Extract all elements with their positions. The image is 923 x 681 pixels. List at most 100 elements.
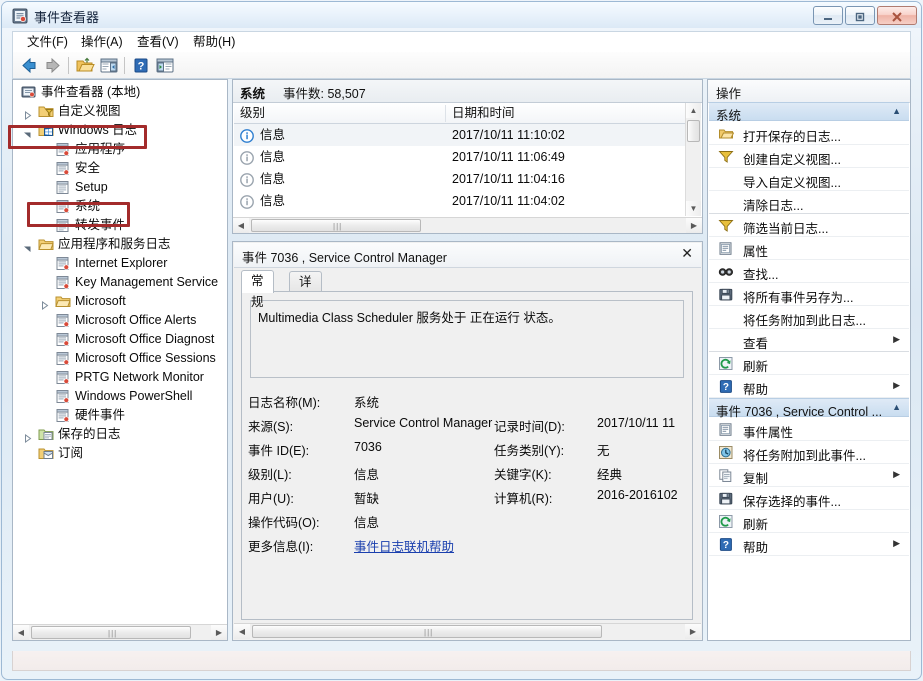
toolbar: ? bbox=[12, 52, 911, 79]
svg-text:?: ? bbox=[138, 61, 145, 73]
info-icon bbox=[240, 172, 254, 186]
table-row[interactable]: 信息2017/10/11 10:56:03 bbox=[234, 212, 701, 216]
action-item-0-7[interactable]: 将所有事件另存为... bbox=[709, 283, 909, 306]
tree-scroll-thumb[interactable]: ||| bbox=[31, 626, 191, 639]
tree-scroll-right-button[interactable]: ▶ bbox=[211, 625, 227, 640]
menu-view[interactable]: 查看(V) bbox=[131, 34, 185, 51]
action-item-1-4[interactable]: 刷新 bbox=[709, 510, 909, 533]
field-label: 操作代码(O): bbox=[248, 512, 320, 531]
tree-horizontal-scrollbar[interactable]: ◀ ||| ▶ bbox=[13, 624, 227, 640]
chevron-right-icon[interactable] bbox=[40, 297, 49, 306]
tree-scroll-left-button[interactable]: ◀ bbox=[13, 625, 29, 640]
action-item-0-6[interactable]: 查找... bbox=[709, 260, 909, 283]
refresh-icon bbox=[718, 514, 734, 529]
forward-arrow-icon[interactable] bbox=[43, 56, 63, 75]
action-item-1-2[interactable]: 复制▶ bbox=[709, 464, 909, 487]
attach-task-icon bbox=[718, 445, 734, 460]
filter-icon bbox=[718, 149, 734, 164]
chevron-right-icon[interactable] bbox=[23, 430, 32, 439]
chevron-up-icon[interactable]: ▲ bbox=[892, 106, 901, 116]
action-item-1-1[interactable]: 将任务附加到此事件... bbox=[709, 441, 909, 464]
log-icon bbox=[55, 351, 71, 366]
menu-file[interactable]: 文件(F) bbox=[21, 34, 74, 51]
open-folder-icon[interactable] bbox=[75, 56, 95, 75]
column-header-datetime[interactable]: 日期和时间 bbox=[446, 105, 668, 122]
table-row[interactable]: 信息2017/10/11 11:04:02 bbox=[234, 190, 701, 212]
column-header-level[interactable]: 级别 bbox=[234, 105, 446, 122]
action-item-0-8[interactable]: 将任务附加到此日志... bbox=[709, 306, 909, 329]
actions-group-header-1[interactable]: 事件 7036 , Service Control ...▲ bbox=[709, 398, 909, 417]
detail-scroll-left-button[interactable]: ◀ bbox=[234, 624, 250, 639]
detail-tab-page: Multimedia Class Scheduler 服务处于 正在运行 状态。… bbox=[241, 291, 693, 620]
action-item-label: 查看 bbox=[743, 333, 768, 352]
show-action-pane-icon[interactable] bbox=[155, 56, 175, 75]
action-item-label: 将任务附加到此事件... bbox=[743, 445, 866, 464]
refresh-icon bbox=[718, 356, 734, 371]
action-item-0-4[interactable]: 筛选当前日志... bbox=[709, 214, 909, 237]
action-item-0-11[interactable]: ?帮助▶ bbox=[709, 375, 909, 398]
tab-details[interactable]: 详细信息 bbox=[289, 271, 322, 292]
events-vertical-scrollbar[interactable]: ▲ ▼ bbox=[685, 103, 701, 216]
windows-log-icon bbox=[38, 123, 54, 138]
log-icon bbox=[55, 142, 71, 157]
events-scroll-up-button[interactable]: ▲ bbox=[686, 103, 701, 118]
tab-general[interactable]: 常规 bbox=[241, 270, 274, 293]
log-icon bbox=[55, 256, 71, 271]
detail-hscroll-thumb[interactable]: ||| bbox=[252, 625, 602, 638]
detail-scroll-right-button[interactable]: ▶ bbox=[685, 624, 701, 639]
action-item-0-5[interactable]: 属性 bbox=[709, 237, 909, 260]
info-icon bbox=[240, 194, 254, 208]
action-item-0-0[interactable]: 打开保存的日志... bbox=[709, 122, 909, 145]
action-item-0-2[interactable]: 导入自定义视图... bbox=[709, 168, 909, 191]
tree-item-label: 保存的日志 bbox=[58, 425, 121, 444]
subscription-icon bbox=[38, 446, 54, 461]
actions-group-header-0[interactable]: 系统▲ bbox=[709, 102, 909, 121]
submenu-arrow-icon: ▶ bbox=[893, 334, 900, 345]
detail-horizontal-scrollbar[interactable]: ◀ ||| ▶ bbox=[234, 623, 701, 639]
properties-icon bbox=[718, 241, 734, 256]
menu-action[interactable]: 操作(A) bbox=[75, 34, 129, 51]
save-icon bbox=[718, 287, 734, 302]
menu-help[interactable]: 帮助(H) bbox=[187, 34, 241, 51]
events-scroll-left-button[interactable]: ◀ bbox=[233, 218, 249, 233]
action-item-0-9[interactable]: 查看 ▶ bbox=[709, 329, 909, 352]
close-button[interactable] bbox=[877, 6, 917, 25]
back-arrow-icon[interactable] bbox=[19, 56, 39, 75]
action-item-label: 刷新 bbox=[743, 356, 768, 375]
action-item-1-0[interactable]: 事件属性 bbox=[709, 418, 909, 441]
chevron-down-icon[interactable] bbox=[23, 126, 32, 135]
chevron-right-icon[interactable] bbox=[23, 107, 32, 116]
events-hscroll-thumb[interactable]: ||| bbox=[251, 219, 421, 232]
action-item-0-3[interactable]: 清除日志... bbox=[709, 191, 909, 214]
minimize-button[interactable] bbox=[813, 6, 843, 25]
action-item-1-3[interactable]: 保存选择的事件... bbox=[709, 487, 909, 510]
table-row[interactable]: 信息2017/10/11 11:06:49 bbox=[234, 146, 701, 168]
show-tree-pane-icon[interactable] bbox=[99, 56, 119, 75]
console-tree[interactable]: 事件查看器 (本地)自定义视图Windows 日志应用程序安全Setup系统转发… bbox=[13, 80, 227, 624]
cell-datetime: 2017/10/11 11:10:02 bbox=[452, 124, 565, 146]
tree-item-label: Setup bbox=[75, 178, 108, 197]
field-label: 任务类别(Y): bbox=[494, 440, 564, 459]
events-scroll-down-button[interactable]: ▼ bbox=[686, 201, 701, 216]
events-scroll-right-button[interactable]: ▶ bbox=[686, 218, 702, 233]
action-item-0-1[interactable]: 创建自定义视图... bbox=[709, 145, 909, 168]
events-scroll-thumb[interactable] bbox=[687, 120, 700, 142]
submenu-arrow-icon: ▶ bbox=[893, 538, 900, 549]
tree-item-label: Microsoft Office Sessions bbox=[75, 349, 216, 368]
action-item-1-5[interactable]: ?帮助▶ bbox=[709, 533, 909, 556]
maximize-button[interactable] bbox=[845, 6, 875, 25]
tree-item-label: 安全 bbox=[75, 159, 100, 178]
events-horizontal-scrollbar[interactable]: ◀ ||| ▶ bbox=[233, 217, 702, 233]
event-message-box[interactable]: Multimedia Class Scheduler 服务处于 正在运行 状态。 bbox=[250, 300, 684, 378]
action-item-0-10[interactable]: 刷新 bbox=[709, 352, 909, 375]
chevron-up-icon[interactable]: ▲ bbox=[892, 402, 901, 412]
svg-text:?: ? bbox=[723, 382, 729, 393]
event-log-online-help-link[interactable]: 事件日志联机帮助 bbox=[354, 536, 454, 555]
cell-level: 信息 bbox=[260, 190, 285, 212]
table-row[interactable]: 信息2017/10/11 11:04:16 bbox=[234, 168, 701, 190]
events-grid[interactable]: 级别 日期和时间 信息2017/10/11 11:10:02信息2017/10/… bbox=[234, 103, 701, 216]
chevron-down-icon[interactable] bbox=[23, 240, 32, 249]
help-icon[interactable]: ? bbox=[131, 56, 151, 75]
table-row[interactable]: 信息2017/10/11 11:10:02 bbox=[234, 124, 701, 146]
close-icon[interactable]: ✕ bbox=[681, 245, 693, 262]
